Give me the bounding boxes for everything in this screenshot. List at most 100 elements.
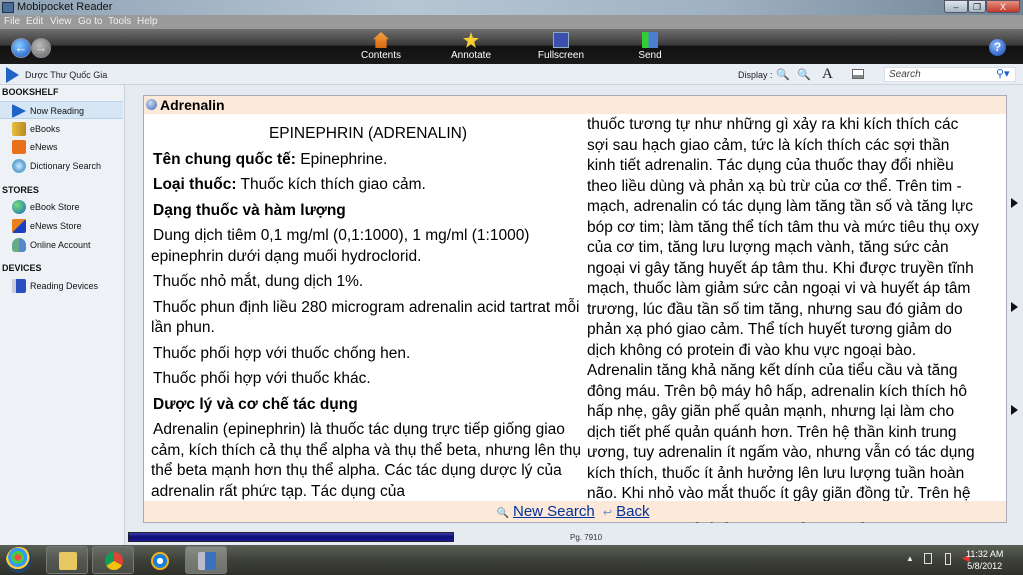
fullscreen-icon bbox=[553, 32, 569, 48]
field-label: Loại thuốc: bbox=[153, 176, 237, 193]
sub-toolbar: Dược Thư Quốc Gia Display : 🔍 🔍 A bbox=[0, 64, 1023, 85]
contents-button[interactable]: Contents bbox=[341, 32, 421, 61]
sidebar-item-enews[interactable]: eNews bbox=[0, 138, 123, 156]
taskbar: ▲ ◀ bbox=[0, 545, 1023, 575]
section-heading-text: Dược lý và cơ chế tác dụng bbox=[153, 395, 358, 413]
text-line: hấp nhẹ, gây giãn phế quản mạnh, nhưng l… bbox=[587, 403, 955, 420]
app-icon bbox=[2, 2, 14, 13]
next-page-arrow[interactable] bbox=[1011, 405, 1018, 415]
mobipocket-icon bbox=[198, 552, 216, 570]
back-link[interactable]: Back bbox=[616, 503, 649, 520]
star-icon bbox=[463, 32, 479, 48]
layout-icon[interactable] bbox=[852, 69, 864, 79]
menu-goto[interactable]: Go to bbox=[78, 16, 102, 27]
close-button[interactable]: X bbox=[986, 0, 1020, 13]
text-line: sợi sau hạch giao cảm, tức là kích thích… bbox=[587, 136, 950, 154]
panel-header: Adrenalin bbox=[144, 96, 1006, 114]
title-bar: Mobipocket Reader – ❐ X bbox=[0, 0, 1023, 15]
annotate-label: Annotate bbox=[450, 50, 492, 61]
minimize-button[interactable]: – bbox=[944, 0, 968, 13]
sidebar-item-label: Online Account bbox=[30, 240, 91, 250]
restore-button[interactable]: ❐ bbox=[968, 0, 986, 13]
battery-icon[interactable] bbox=[945, 553, 951, 565]
text-line: phản xạ phó giao cảm. Thể tích huyết tươ… bbox=[587, 321, 952, 338]
menu-edit[interactable]: Edit bbox=[26, 16, 43, 27]
paragraph: Thuốc phun định liều 280 microgram adren… bbox=[151, 298, 580, 337]
text-line: trương, lúc đầu tần số tim tăng, nhưng s… bbox=[587, 300, 963, 318]
new-search-link[interactable]: New Search bbox=[513, 503, 595, 520]
sidebar-item-reading-devices[interactable]: Reading Devices bbox=[0, 277, 123, 295]
send-label: Send bbox=[638, 50, 662, 61]
zoom-out-icon[interactable]: 🔍 bbox=[776, 68, 790, 81]
chrome-icon bbox=[105, 552, 123, 570]
system-clock[interactable]: 11:32 AM 5/8/2012 bbox=[966, 548, 1003, 572]
window-title: Mobipocket Reader bbox=[17, 1, 113, 13]
font-size-button[interactable]: A bbox=[822, 66, 833, 83]
field-label: Tên chung quốc tế: bbox=[153, 150, 296, 168]
text-line: dịch tiết phế quản quánh hơn. Trên hệ th… bbox=[587, 423, 957, 441]
taskbar-chrome[interactable] bbox=[92, 546, 134, 574]
sidebar-item-label: Reading Devices bbox=[30, 281, 99, 291]
home-icon bbox=[373, 32, 389, 48]
menu-view[interactable]: View bbox=[50, 16, 72, 27]
section-heading: Dược lý và cơ chế tác dụng bbox=[151, 395, 583, 416]
annotate-button[interactable]: Annotate bbox=[431, 32, 511, 61]
reading-progress-fill bbox=[128, 532, 454, 542]
sidebar: BOOKSHELF Now Reading eBooks eNews Dicti… bbox=[0, 85, 125, 545]
network-icon[interactable] bbox=[924, 553, 932, 564]
section-stores: STORES bbox=[2, 185, 39, 195]
text-line: đông máu. Trên bộ máy hô hấp, adrenalin … bbox=[587, 382, 967, 400]
ie-icon bbox=[151, 552, 169, 570]
section-heading: Dạng thuốc và hàm lượng bbox=[151, 201, 583, 222]
check-bullet-icon bbox=[146, 99, 157, 110]
sidebar-item-enews-store[interactable]: eNews Store bbox=[0, 217, 123, 235]
panel-footer: 🔍 New Search ↩ Back bbox=[144, 501, 1006, 522]
play-icon bbox=[6, 67, 19, 83]
next-page-arrow[interactable] bbox=[1011, 302, 1018, 312]
sidebar-item-label: eBook Store bbox=[30, 202, 80, 212]
book-title: Dược Thư Quốc Gia bbox=[25, 70, 108, 80]
display-label: Display : bbox=[738, 70, 773, 80]
clock-time: 11:32 AM bbox=[966, 549, 1004, 559]
back-nav-button[interactable]: ← bbox=[11, 38, 31, 58]
forward-nav-button[interactable]: → bbox=[31, 38, 51, 58]
toolbar: ← → Contents Annotate Fullscreen Send ? bbox=[0, 29, 1023, 64]
taskbar-mobipocket[interactable] bbox=[185, 546, 227, 574]
article-title: EPINEPHRIN (ADRENALIN) bbox=[268, 125, 468, 142]
folder-icon bbox=[59, 552, 77, 570]
entry-heading: Adrenalin bbox=[160, 97, 225, 113]
rss-icon bbox=[12, 140, 26, 154]
next-page-arrow[interactable] bbox=[1011, 198, 1018, 208]
send-button[interactable]: Send bbox=[610, 32, 690, 61]
taskbar-ie[interactable] bbox=[138, 546, 180, 574]
field-value: Thuốc kích thích giao cảm. bbox=[236, 176, 426, 193]
help-button[interactable]: ? bbox=[989, 39, 1006, 56]
fullscreen-button[interactable]: Fullscreen bbox=[521, 32, 601, 61]
menu-bar: File Edit View Go to Tools Help bbox=[0, 15, 1023, 29]
section-heading-text: Dạng thuốc và hàm lượng bbox=[153, 201, 346, 219]
sidebar-item-ebook-store[interactable]: eBook Store bbox=[0, 198, 123, 216]
globe-icon bbox=[12, 200, 26, 214]
contents-label: Contents bbox=[360, 50, 402, 61]
new-search-icon: 🔍 bbox=[496, 508, 509, 519]
sidebar-item-online-account[interactable]: Online Account bbox=[0, 236, 123, 254]
sidebar-item-label: Now Reading bbox=[30, 106, 85, 116]
send-device-icon bbox=[642, 32, 658, 48]
sidebar-item-now-reading[interactable]: Now Reading bbox=[0, 101, 123, 119]
sidebar-item-label: eNews bbox=[30, 142, 58, 152]
text-line: mạch, adrenalin có tác dụng làm tăng tần… bbox=[587, 198, 974, 215]
menu-tools[interactable]: Tools bbox=[108, 16, 131, 27]
text-column-left: EPINEPHRIN (ADRENALIN) Tên chung quốc tế… bbox=[151, 116, 583, 502]
text-line: bóp cơ tim; làm tăng thể tích tâm thu và… bbox=[587, 218, 979, 236]
magnifier-icon bbox=[12, 159, 26, 173]
menu-file[interactable]: File bbox=[4, 16, 20, 27]
menu-help[interactable]: Help bbox=[137, 16, 158, 27]
zoom-in-icon[interactable]: 🔍 bbox=[797, 68, 811, 81]
show-hidden-icons[interactable]: ▲ bbox=[906, 554, 914, 563]
text-line: của cơ tim, tăng lưu lượng mạch vành, tă… bbox=[587, 239, 949, 256]
sidebar-item-dictionary-search[interactable]: Dictionary Search bbox=[0, 157, 123, 175]
search-icon[interactable]: ⚲▾ bbox=[996, 67, 1010, 80]
taskbar-explorer[interactable] bbox=[46, 546, 88, 574]
start-button[interactable] bbox=[6, 547, 32, 573]
sidebar-item-ebooks[interactable]: eBooks bbox=[0, 120, 123, 138]
